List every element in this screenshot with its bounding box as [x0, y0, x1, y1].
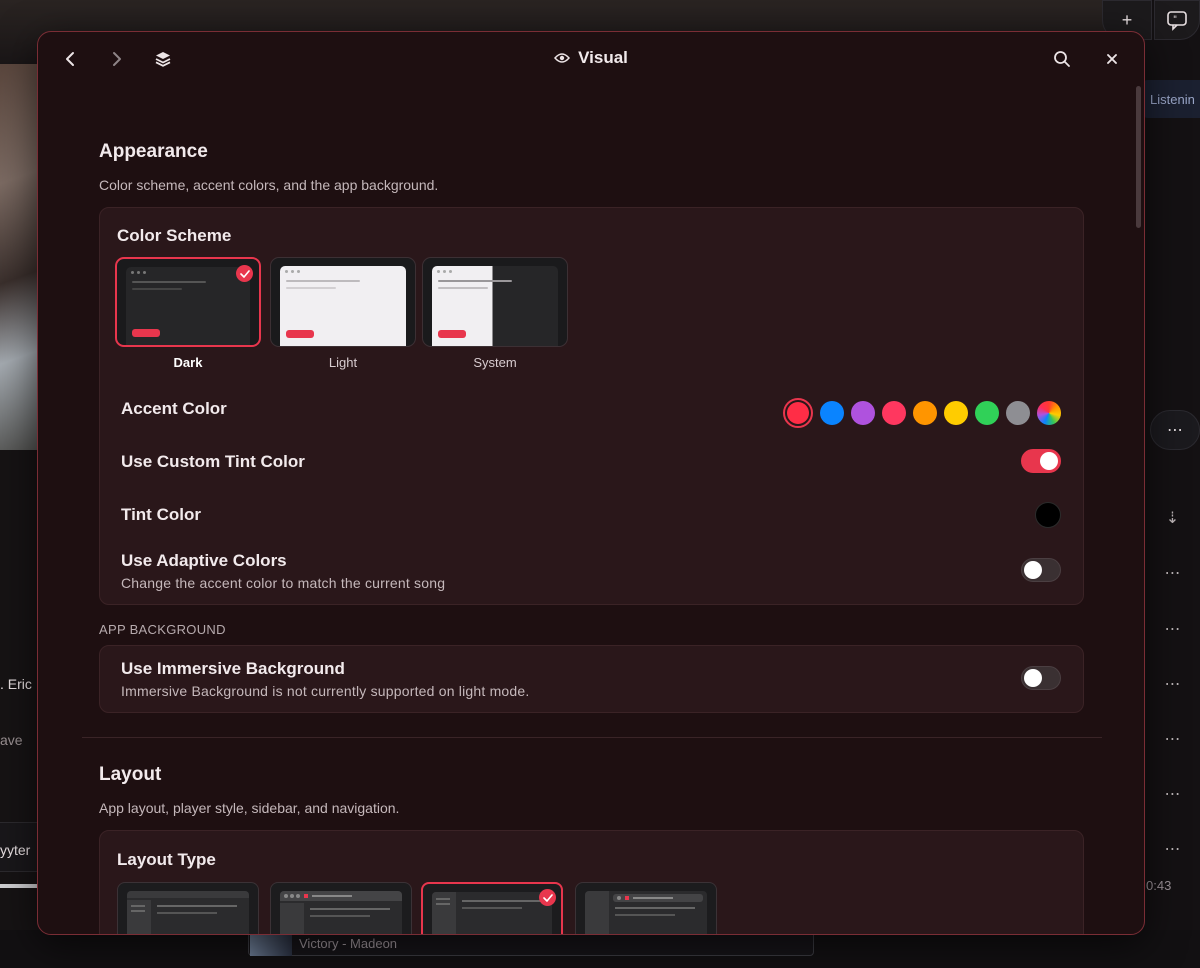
- toggle-knob: [1040, 452, 1058, 470]
- listening-label: Listenin: [1150, 91, 1195, 107]
- layout-option-4[interactable]: [575, 882, 717, 934]
- background-album-art: [0, 64, 40, 450]
- layout-preview: [127, 891, 249, 934]
- selected-check-icon: [236, 265, 253, 282]
- track-more-button[interactable]: ⋯: [1163, 784, 1183, 804]
- layout-option-3[interactable]: [421, 882, 563, 934]
- track-more-button[interactable]: ⋯: [1163, 619, 1183, 639]
- sort-icon[interactable]: ⇣: [1163, 508, 1183, 528]
- layout-type-card: Layout Type: [99, 830, 1084, 934]
- app-background-card: Use Immersive Background Immersive Backg…: [99, 645, 1084, 713]
- adaptive-colors-label: Use Adaptive Colors: [121, 551, 287, 570]
- toggle-knob: [1024, 561, 1042, 579]
- accent-color-swatches: [783, 398, 1061, 428]
- section-divider: [82, 737, 1102, 738]
- now-playing-thumbnail: [250, 932, 292, 956]
- track-more-button[interactable]: ⋯: [1163, 563, 1183, 583]
- app-background-header: APP BACKGROUND: [99, 622, 226, 637]
- accent-swatch-orange[interactable]: [913, 401, 937, 425]
- scheme-option-dark[interactable]: [115, 257, 261, 347]
- visual-settings-modal: Visual Appearance Color scheme, accent c…: [37, 31, 1145, 935]
- scheme-label-dark: Dark: [173, 355, 203, 370]
- scheme-label-system: System: [473, 355, 517, 370]
- accent-swatch-gray[interactable]: [1006, 401, 1030, 425]
- quote-bubble-icon: ": [1167, 11, 1187, 31]
- accent-swatch-red[interactable]: [783, 398, 813, 428]
- layout-section-title: Layout: [99, 764, 162, 785]
- tint-color-picker[interactable]: [1035, 502, 1061, 528]
- plus-icon: +: [1121, 9, 1133, 30]
- listening-tab[interactable]: Listenin: [1140, 80, 1200, 118]
- layout-preview: [585, 891, 707, 934]
- track-more-button[interactable]: ⋯: [1163, 729, 1183, 749]
- track-more-button[interactable]: ⋯: [1163, 674, 1183, 694]
- svg-text:": ": [1173, 15, 1177, 25]
- background-text-fragment: . Eric: [0, 676, 32, 692]
- custom-tint-label: Use Custom Tint Color: [121, 452, 305, 471]
- accent-swatch-blue[interactable]: [820, 401, 844, 425]
- layout-type-title: Layout Type: [117, 850, 216, 869]
- immersive-background-description: Immersive Background is not currently su…: [121, 683, 530, 699]
- immersive-background-toggle[interactable]: [1021, 666, 1061, 690]
- track-more-button[interactable]: ⋯: [1163, 839, 1183, 859]
- accent-swatch-pink[interactable]: [882, 401, 906, 425]
- scheme-preview: [126, 267, 250, 345]
- immersive-background-label: Use Immersive Background: [121, 659, 345, 678]
- adaptive-colors-description: Change the accent color to match the cur…: [121, 575, 446, 591]
- appearance-card: Color Scheme Dark Light System Accent Co…: [99, 207, 1084, 605]
- accent-swatch-green[interactable]: [975, 401, 999, 425]
- accent-color-label: Accent Color: [121, 399, 227, 418]
- layout-option-1[interactable]: [117, 882, 259, 934]
- custom-tint-toggle[interactable]: [1021, 449, 1061, 473]
- background-progress-bar: [0, 884, 40, 888]
- background-text-fragment: ave: [0, 732, 23, 748]
- layout-preview: [432, 892, 552, 934]
- toggle-knob: [1024, 669, 1042, 687]
- background-text-fragment: yyter: [0, 842, 31, 858]
- accent-swatch-multicolor[interactable]: [1037, 401, 1061, 425]
- layout-preview: [280, 891, 402, 934]
- layout-section-subtitle: App layout, player style, sidebar, and n…: [99, 800, 400, 816]
- background-right-column: [1145, 0, 1200, 968]
- now-playing-label: Victory - Madeon: [299, 935, 398, 951]
- appearance-section-subtitle: Color scheme, accent colors, and the app…: [99, 177, 439, 193]
- lyrics-button[interactable]: ": [1154, 0, 1200, 40]
- scheme-preview: [432, 266, 558, 346]
- scheme-option-light[interactable]: [270, 257, 416, 347]
- tint-color-label: Tint Color: [121, 505, 201, 524]
- layout-option-2[interactable]: [270, 882, 412, 934]
- accent-swatch-purple[interactable]: [851, 401, 875, 425]
- playback-time: 0:43: [1146, 878, 1172, 893]
- scheme-preview: [280, 266, 406, 346]
- more-options-button[interactable]: ⋯: [1150, 410, 1200, 450]
- settings-content: Appearance Color scheme, accent colors, …: [38, 32, 1144, 934]
- selected-check-icon: [539, 889, 556, 906]
- scheme-option-system[interactable]: [422, 257, 568, 347]
- appearance-section-title: Appearance: [99, 141, 208, 162]
- adaptive-colors-toggle[interactable]: [1021, 558, 1061, 582]
- scheme-label-light: Light: [328, 355, 358, 370]
- background-left-column: [0, 450, 40, 968]
- color-scheme-title: Color Scheme: [117, 226, 232, 245]
- accent-swatch-yellow[interactable]: [944, 401, 968, 425]
